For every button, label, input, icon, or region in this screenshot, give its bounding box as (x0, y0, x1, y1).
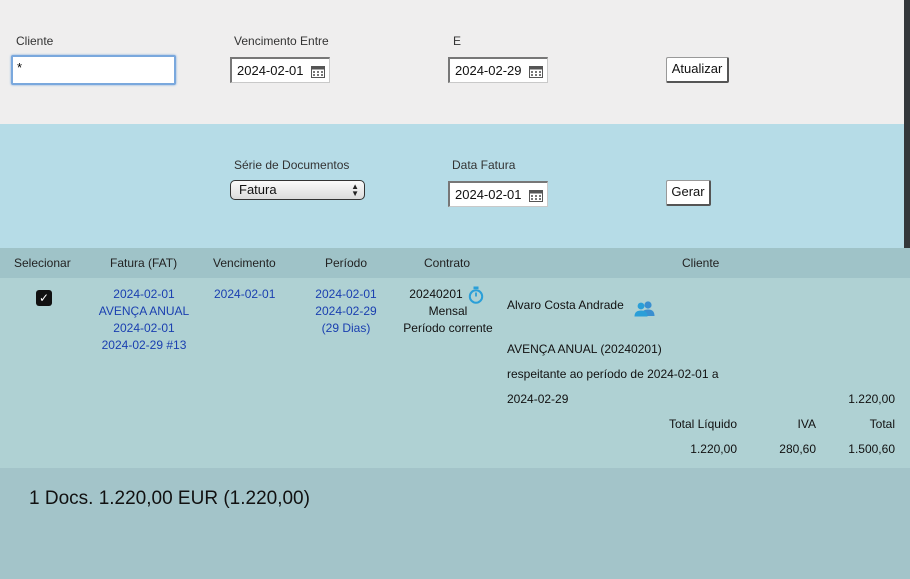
col-cliente: Cliente (682, 256, 720, 270)
scrollbar-edge (904, 0, 910, 248)
cliente-input[interactable]: * (11, 55, 176, 85)
vencimento-to-input[interactable]: 2024-02-29 (448, 57, 548, 83)
description-line: AVENÇA ANUAL (20240201) (507, 342, 662, 356)
fatura-line: AVENÇA ANUAL (98, 304, 190, 318)
e-label: E (453, 34, 462, 48)
description-line: 2024-02-29 (507, 392, 569, 406)
col-fatura: Fatura (FAT) (110, 256, 178, 270)
select-checkbox[interactable]: ✓ (36, 290, 52, 306)
gerar-button[interactable]: Gerar (666, 180, 711, 206)
calendar-icon[interactable] (529, 189, 543, 202)
vencimento-cell[interactable]: 2024-02-01 (214, 286, 275, 303)
fatura-line: 2024-02-29 #13 (101, 338, 187, 352)
description-line: respeitante ao período de 2024-02-01 a (507, 367, 719, 381)
iva-label: IVA (797, 417, 816, 431)
vencimento-label: Vencimento Entre (234, 34, 329, 48)
total-label: Total (869, 417, 895, 431)
summary-text: 1 Docs. 1.220,00 EUR (1.220,00) (29, 488, 310, 509)
fatura-line: 2024-02-01 (113, 321, 175, 335)
table-header: Selecionar Fatura (FAT) Vencimento Perío… (0, 248, 910, 278)
users-icon[interactable] (633, 300, 657, 317)
series-label: Série de Documentos (234, 158, 350, 172)
fatura-line: 2024-02-01 (113, 287, 175, 301)
contrato-freq: Mensal (428, 304, 468, 318)
contrato-number: 20240201 (409, 287, 463, 301)
date-value: 2024-02-29 (455, 63, 522, 78)
periodo-cell[interactable]: 2024-02-01 2024-02-29 (29 Dias) (308, 286, 384, 337)
calendar-icon[interactable] (529, 65, 543, 78)
col-selecionar: Selecionar (14, 256, 71, 270)
date-value: 2024-02-01 (237, 63, 304, 78)
col-periodo: Período (325, 256, 368, 270)
vencimento-from-input[interactable]: 2024-02-01 (230, 57, 330, 83)
line-amount: 1.220,00 (848, 392, 895, 406)
total-liquido-label: Total Líquido (668, 417, 737, 431)
series-value: Fatura (239, 182, 277, 197)
client-name: Alvaro Costa Andrade (507, 298, 624, 312)
total-value: 1.500,60 (848, 442, 895, 456)
cliente-label: Cliente (16, 34, 54, 48)
atualizar-button[interactable]: Atualizar (666, 57, 729, 83)
periodo-line: 2024-02-01 (315, 287, 377, 301)
calendar-icon[interactable] (311, 65, 325, 78)
stopwatch-icon[interactable] (467, 286, 485, 304)
data-fatura-label: Data Fatura (452, 158, 516, 172)
select-arrows-icon: ▲ ▼ (351, 182, 359, 198)
fatura-cell[interactable]: 2024-02-01 AVENÇA ANUAL 2024-02-01 2024-… (92, 286, 196, 354)
date-value: 2024-02-01 (455, 187, 522, 202)
data-fatura-input[interactable]: 2024-02-01 (448, 181, 548, 207)
periodo-line: 2024-02-29 (315, 304, 377, 318)
total-liquido-value: 1.220,00 (690, 442, 737, 456)
col-vencimento: Vencimento (213, 256, 276, 270)
periodo-line: (29 Dias) (321, 321, 371, 335)
contrato-period: Período corrente (403, 321, 493, 335)
iva-value: 280,60 (779, 442, 816, 456)
col-contrato: Contrato (424, 256, 471, 270)
series-select[interactable]: Fatura ▲ ▼ (230, 180, 365, 200)
